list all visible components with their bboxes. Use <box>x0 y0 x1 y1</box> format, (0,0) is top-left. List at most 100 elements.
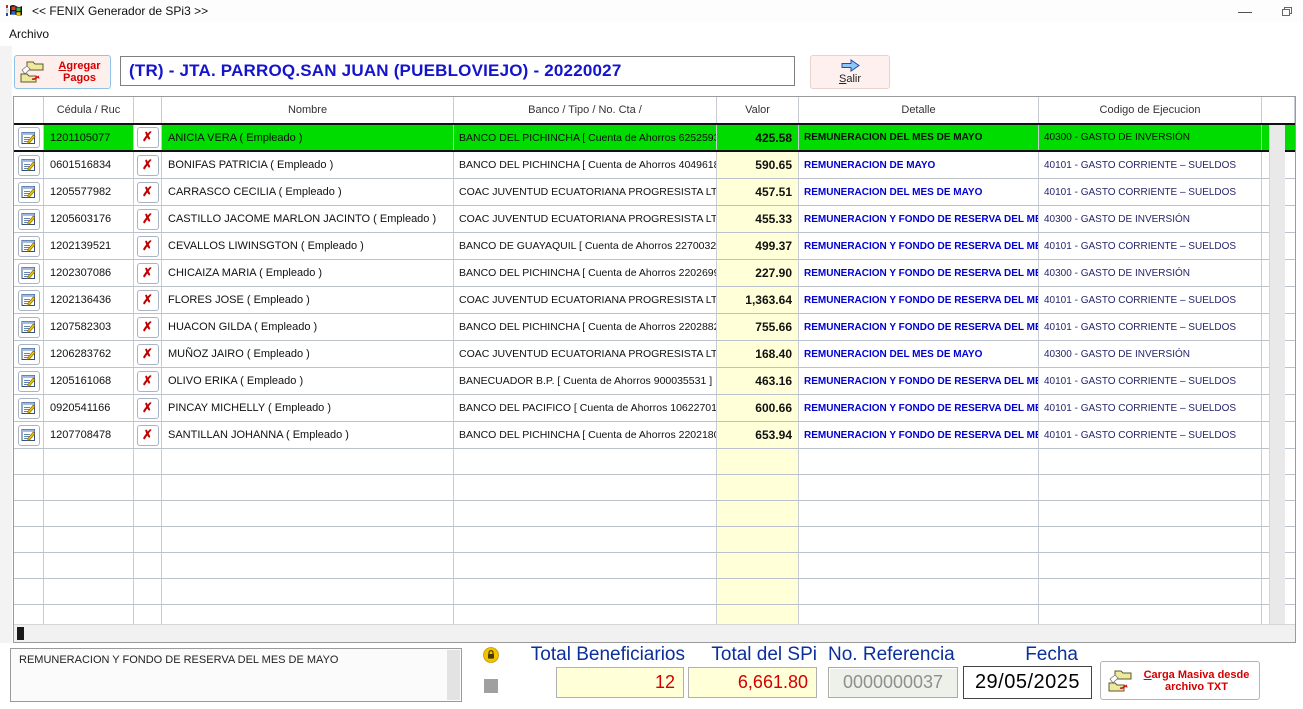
cell-valor: 600.66 <box>717 395 799 421</box>
salir-button[interactable]: Salir <box>810 55 890 89</box>
empty-cell <box>454 449 717 474</box>
status-square <box>484 679 498 693</box>
header-x-col <box>134 97 162 123</box>
row-icon-cell <box>14 395 44 421</box>
header-filler <box>1262 97 1295 123</box>
delete-row-button[interactable]: ✗ <box>137 290 159 311</box>
delete-row-button[interactable]: ✗ <box>137 425 159 446</box>
empty-cell <box>717 475 799 500</box>
edit-row-button[interactable] <box>18 236 40 257</box>
edit-row-button[interactable] <box>18 371 40 392</box>
table-row[interactable]: 1207708478✗SANTILLAN JOHANNA ( Empleado … <box>14 422 1295 449</box>
table-row[interactable]: 1205161068✗OLIVO ERIKA ( Empleado )BANEC… <box>14 368 1295 395</box>
cell-codigo: 40101 - GASTO CORRIENTE – SUELDOS <box>1039 368 1262 394</box>
empty-cell <box>14 579 44 604</box>
header-banco[interactable]: Banco / Tipo / No. Cta / <box>454 97 717 123</box>
table-row[interactable]: 0920541166✗PINCAY MICHELLY ( Empleado )B… <box>14 395 1295 422</box>
empty-cell <box>14 553 44 578</box>
table-row[interactable]: 1202139521✗CEVALLOS LIWINSGTON ( Emplead… <box>14 233 1295 260</box>
no-referencia-label: No. Referencia <box>828 644 960 666</box>
cell-codigo: 40300 - GASTO DE INVERSIÓN <box>1039 206 1262 232</box>
table-row[interactable]: 1202136436✗FLORES JOSE ( Empleado )COAC … <box>14 287 1295 314</box>
row-icon-cell <box>14 260 44 286</box>
empty-cell <box>162 527 454 552</box>
app-windows-logo-icon <box>6 3 24 19</box>
delete-row-button[interactable]: ✗ <box>137 236 159 257</box>
edit-row-button[interactable] <box>18 127 40 148</box>
cell-detalle: REMUNERACION Y FONDO DE RESERVA DEL MES … <box>799 260 1039 286</box>
cell-banco: COAC JUVENTUD ECUATORIANA PROGRESISTA LT… <box>454 179 717 205</box>
header-nombre[interactable]: Nombre <box>162 97 454 123</box>
row-icon-cell <box>14 125 44 150</box>
header-codigo[interactable]: Codigo de Ejecucion <box>1039 97 1262 123</box>
minimize-button[interactable]: — <box>1230 0 1260 22</box>
cell-detalle: REMUNERACION Y FONDO DE RESERVA DEL MES … <box>799 395 1039 421</box>
delete-row-button[interactable]: ✗ <box>137 155 159 176</box>
restore-button[interactable] <box>1272 0 1302 22</box>
row-icon-cell <box>14 314 44 340</box>
table-row[interactable]: 1206283762✗MUÑOZ JAIRO ( Empleado )COAC … <box>14 341 1295 368</box>
delete-row-button[interactable]: ✗ <box>137 182 159 203</box>
delete-row-button[interactable]: ✗ <box>137 263 159 284</box>
edit-row-button[interactable] <box>18 317 40 338</box>
entity-field[interactable]: (TR) - JTA. PARROQ.SAN JUAN (PUEBLOVIEJO… <box>120 56 795 86</box>
delete-row-button[interactable]: ✗ <box>137 317 159 338</box>
total-spi-label: Total del SPi <box>690 644 817 666</box>
row-delete-cell: ✗ <box>134 395 162 421</box>
agregar-pagos-button[interactable]: Agregar Pagos <box>14 55 111 89</box>
cell-codigo: 40101 - GASTO CORRIENTE – SUELDOS <box>1039 233 1262 259</box>
table-row[interactable]: 1205603176✗CASTILLO JACOME MARLON JACINT… <box>14 206 1295 233</box>
grid-hscroll-thumb[interactable] <box>17 627 24 640</box>
cell-nombre: PINCAY MICHELLY ( Empleado ) <box>162 395 454 421</box>
empty-cell <box>1039 527 1262 552</box>
table-row[interactable]: 1201105077✗ANICIA VERA ( Empleado )BANCO… <box>14 123 1295 152</box>
detalle-textarea[interactable]: REMUNERACION Y FONDO DE RESERVA DEL MES … <box>10 648 462 702</box>
delete-row-button[interactable]: ✗ <box>137 371 159 392</box>
table-row[interactable]: 1202307086✗CHICAIZA MARIA ( Empleado )BA… <box>14 260 1295 287</box>
grid-horizontal-scrollbar[interactable] <box>14 624 1295 642</box>
header-detalle[interactable]: Detalle <box>799 97 1039 123</box>
row-icon-cell <box>14 179 44 205</box>
grid-body: 1201105077✗ANICIA VERA ( Empleado )BANCO… <box>14 123 1295 631</box>
edit-row-button[interactable] <box>18 182 40 203</box>
empty-cell <box>1039 449 1262 474</box>
empty-table-row <box>14 553 1295 579</box>
empty-cell <box>162 579 454 604</box>
cell-banco: BANCO DEL PICHINCHA [ Cuenta de Ahorros … <box>454 422 717 448</box>
grid-vertical-scrollbar[interactable] <box>1269 125 1285 624</box>
edit-row-button[interactable] <box>18 155 40 176</box>
delete-row-button[interactable]: ✗ <box>137 127 159 148</box>
cell-valor: 499.37 <box>717 233 799 259</box>
fecha-field[interactable]: 29/05/2025 <box>963 666 1092 699</box>
cell-banco: BANCO DEL PACIFICO [ Cuenta de Ahorros 1… <box>454 395 717 421</box>
edit-row-button[interactable] <box>18 263 40 284</box>
edit-row-button[interactable] <box>18 209 40 230</box>
table-row[interactable]: 1207582303✗HUACON GILDA ( Empleado )BANC… <box>14 314 1295 341</box>
delete-row-button[interactable]: ✗ <box>137 398 159 419</box>
folders-icon <box>19 60 45 84</box>
menu-archivo[interactable]: Archivo <box>0 27 58 41</box>
red-x-icon: ✗ <box>142 131 153 144</box>
empty-cell <box>162 449 454 474</box>
header-cedula[interactable]: Cédula / Ruc <box>44 97 134 123</box>
cell-valor: 227.90 <box>717 260 799 286</box>
red-x-icon: ✗ <box>142 348 153 361</box>
edit-row-button[interactable] <box>18 398 40 419</box>
cell-codigo: 40300 - GASTO DE INVERSIÓN <box>1039 341 1262 367</box>
detalle-scrollbar[interactable] <box>447 650 460 700</box>
edit-row-button[interactable] <box>18 425 40 446</box>
row-icon-cell <box>14 368 44 394</box>
table-row[interactable]: 0601516834✗BONIFAS PATRICIA ( Empleado )… <box>14 152 1295 179</box>
header-valor[interactable]: Valor <box>717 97 799 123</box>
payments-grid: Cédula / Ruc Nombre Banco / Tipo / No. C… <box>13 96 1296 643</box>
edit-row-button[interactable] <box>18 290 40 311</box>
cell-banco: COAC JUVENTUD ECUATORIANA PROGRESISTA LT… <box>454 287 717 313</box>
edit-row-button[interactable] <box>18 344 40 365</box>
empty-cell <box>1039 579 1262 604</box>
delete-row-button[interactable]: ✗ <box>137 344 159 365</box>
carga-masiva-button[interactable]: Carga Masiva desde archivo TXT <box>1100 661 1260 700</box>
delete-row-button[interactable]: ✗ <box>137 209 159 230</box>
total-beneficiarios-label: Total Beneficiarios <box>500 644 685 666</box>
table-row[interactable]: 1205577982✗CARRASCO CECILIA ( Empleado )… <box>14 179 1295 206</box>
cell-valor: 455.33 <box>717 206 799 232</box>
